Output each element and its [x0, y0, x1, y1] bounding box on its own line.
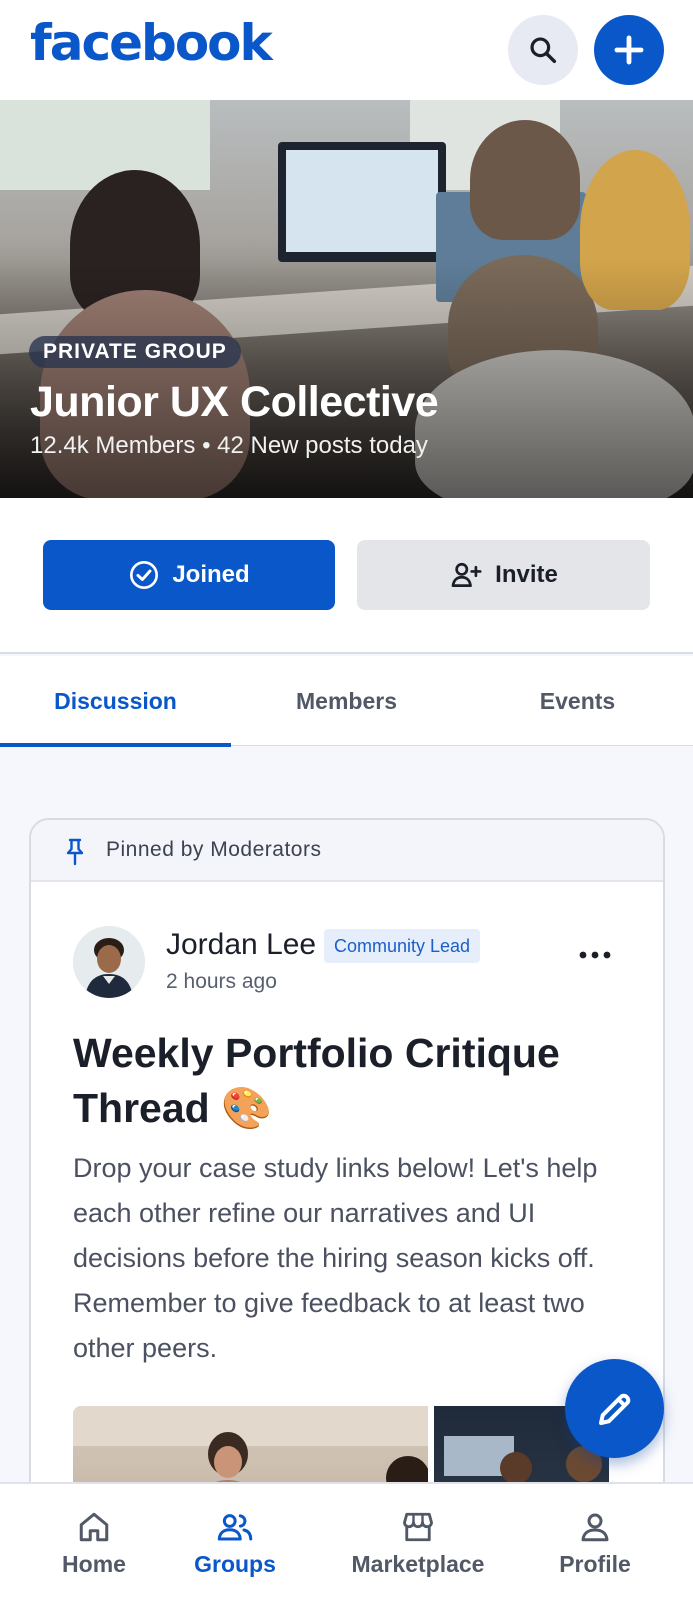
nav-marketplace[interactable]: Marketplace [338, 1484, 498, 1600]
facebook-logo[interactable]: facebook [30, 14, 273, 72]
nav-label: Profile [559, 1550, 631, 1577]
group-tabs: Discussion Members Events [0, 656, 693, 747]
group-name: Junior UX Collective [30, 378, 439, 426]
privacy-badge: PRIVATE GROUP [29, 336, 241, 368]
post-title: Weekly Portfolio Critique Thread 🎨 [73, 1030, 560, 1131]
invite-label: Invite [495, 561, 558, 588]
group-actions: Joined Invite [0, 498, 693, 654]
tab-events[interactable]: Events [462, 656, 693, 746]
nav-label: Groups [194, 1550, 276, 1577]
nav-groups[interactable]: Groups [180, 1484, 290, 1600]
group-cover-photo: PRIVATE GROUP Junior UX Collective 12.4k… [0, 100, 693, 498]
nav-home[interactable]: Home [44, 1484, 144, 1600]
search-icon [530, 37, 557, 64]
pin-icon [66, 838, 84, 866]
post-body: Drop your case study links below! Let's … [73, 1153, 598, 1363]
group-page: facebook PRIVATE GROUP Junior UX Collect… [0, 0, 693, 1600]
search-button[interactable] [508, 15, 578, 85]
pinned-header: Pinned by Moderators [31, 820, 663, 882]
compose-post-button[interactable] [565, 1359, 664, 1458]
top-bar: facebook [0, 0, 693, 100]
group-stats: 12.4k Members • 42 New posts today [30, 432, 428, 459]
check-circle-icon [130, 561, 159, 589]
more-options-icon[interactable] [579, 950, 611, 960]
tab-members[interactable]: Members [231, 656, 462, 746]
role-badge: Community Lead [324, 929, 481, 963]
invite-button[interactable]: Invite [357, 540, 650, 610]
person-icon [581, 1513, 609, 1541]
home-icon [79, 1512, 109, 1541]
pinned-label: Pinned by Moderators [106, 838, 322, 861]
tab-label: Discussion [54, 687, 177, 714]
joined-button[interactable]: Joined [43, 540, 335, 610]
nav-label: Marketplace [351, 1550, 485, 1577]
nav-label: Home [62, 1550, 126, 1577]
tab-discussion[interactable]: Discussion [0, 656, 231, 747]
nav-profile[interactable]: Profile [545, 1484, 645, 1600]
groups-icon [217, 1513, 253, 1540]
plus-icon [614, 35, 644, 65]
author-name[interactable]: Jordan Lee [166, 928, 316, 962]
avatar[interactable] [73, 926, 145, 998]
author-photo [73, 926, 145, 998]
tab-label: Members [296, 687, 397, 714]
bottom-navigation: Home Groups Marketplace Profile [0, 1482, 693, 1600]
active-tab-indicator [0, 743, 231, 747]
joined-label: Joined [172, 561, 250, 588]
create-button[interactable] [594, 15, 664, 85]
tab-label: Events [539, 687, 616, 714]
post-timestamp[interactable]: 2 hours ago [166, 970, 277, 994]
add-person-icon [451, 562, 482, 587]
store-icon [403, 1512, 433, 1541]
pencil-icon [598, 1393, 630, 1425]
